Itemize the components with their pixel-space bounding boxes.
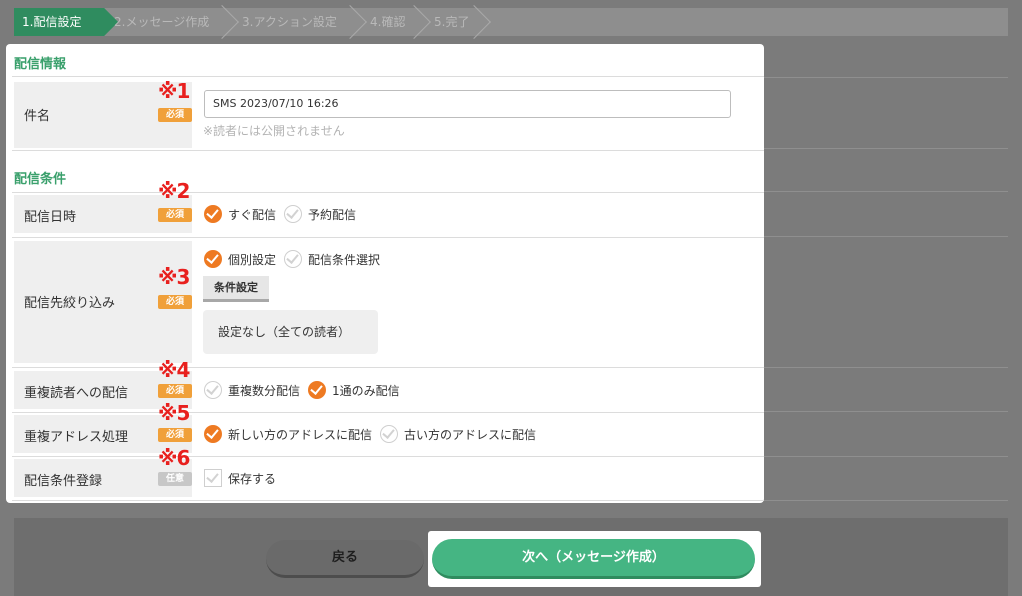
divider [12,150,764,151]
radio-label-newer-address[interactable]: 新しい方のアドレスに配信 [228,426,372,443]
note-mark-6: ※6 [158,446,190,470]
divider [12,412,764,413]
datetime-label-cell: 配信日時 ※2 必須 [14,180,192,233]
subject-label: 件名 [24,109,51,124]
step-confirm: 4.確認 [360,5,431,39]
radio-label-deliver-all-duplicates[interactable]: 重複数分配信 [228,382,300,399]
bg-divider [764,411,1008,412]
optional-badge: 任意 [158,472,192,486]
divider [12,500,764,501]
radio-label-immediate[interactable]: すぐ配信 [228,206,276,223]
bg-divider [764,236,1008,237]
section-title-delivery-conditions: 配信条件 [14,172,67,187]
next-button[interactable]: 次へ（メッセージ作成） [432,539,755,579]
radio-label-individual[interactable]: 個別設定 [228,251,276,268]
required-badge: 必須 [158,208,192,222]
radio-label-older-address[interactable]: 古い方のアドレスに配信 [404,426,536,443]
divider [12,76,764,77]
radio-condition-select[interactable] [284,250,303,268]
subject-input[interactable]: SMS 2023/07/10 16:26 [204,90,731,118]
subject-label-cell: 件名 ※1 必須 [14,79,192,148]
step-arrow [457,5,491,39]
divider [12,456,764,457]
step-delivery-settings: 1.配信設定 [14,7,119,37]
bg-divider [764,367,1008,368]
register-options: 保存する [204,469,284,487]
required-badge: 必須 [158,428,192,442]
step-label: 3.アクション設定 [242,15,337,29]
subject-hint: ※読者には公開されません [203,124,345,138]
datetime-options: すぐ配信 予約配信 [204,205,364,223]
section-title-delivery-info: 配信情報 [14,57,67,72]
note-mark-5: ※5 [158,401,190,425]
step-message-create: 2.メッセージ作成 [104,5,239,39]
step-label: 1.配信設定 [22,15,82,29]
register-label-cell: 配信条件登録 ※6 任意 [14,447,192,497]
duplicate-reader-options: 重複数分配信 1通のみ配信 [204,381,408,399]
radio-deliver-once[interactable] [308,381,327,399]
required-badge: 必須 [158,295,192,309]
radio-newer-address[interactable] [204,425,222,443]
radio-label-deliver-once[interactable]: 1通のみ配信 [332,382,400,399]
step-action-settings: 3.アクション設定 [232,5,367,39]
condition-summary: 設定なし（全ての読者） [203,310,378,354]
bg-divider [764,77,1008,78]
save-conditions-label[interactable]: 保存する [228,470,276,487]
progress-steps: 1.配信設定 2.メッセージ作成 3.アクション設定 4.確認 5.完了 [14,5,1008,39]
bg-divider [764,148,1008,149]
note-mark-4: ※4 [158,358,190,382]
target-label: 配信先絞り込み [24,296,116,311]
bg-divider [764,191,1008,192]
note-mark-3: ※3 [158,265,190,289]
note-mark-2: ※2 [158,179,190,203]
register-label: 配信条件登録 [24,474,103,489]
divider [12,367,764,368]
step-complete: 5.完了 [424,5,491,39]
duplicate-reader-label: 重複読者への配信 [24,386,129,401]
radio-deliver-all-duplicates[interactable] [204,381,222,399]
note-mark-1: ※1 [158,79,190,103]
back-button[interactable]: 戻る [266,540,424,578]
target-label-cell: 配信先絞り込み ※3 必須 [14,241,192,363]
required-badge: 必須 [158,108,192,122]
duplicate-address-options: 新しい方のアドレスに配信 古い方のアドレスに配信 [204,425,544,443]
condition-settings-button[interactable]: 条件設定 [203,276,269,302]
radio-older-address[interactable] [380,425,399,443]
divider [12,237,764,238]
step-label: 2.メッセージ作成 [114,15,210,29]
bg-divider [764,456,1008,457]
duplicate-address-label: 重複アドレス処理 [24,430,129,445]
datetime-label: 配信日時 [24,210,77,225]
radio-individual[interactable] [204,250,222,268]
target-options: 個別設定 配信条件選択 [204,250,388,268]
divider [12,192,764,193]
save-conditions-checkbox[interactable] [204,469,222,487]
radio-label-condition-select[interactable]: 配信条件選択 [308,251,380,268]
delivery-settings-panel: 配信情報 件名 ※1 必須 SMS 2023/07/10 16:26 ※読者には… [6,44,764,503]
radio-label-scheduled[interactable]: 予約配信 [308,206,356,223]
radio-scheduled[interactable] [284,205,303,223]
required-badge: 必須 [158,384,192,398]
bg-divider [764,500,1008,501]
radio-immediate[interactable] [204,205,222,223]
